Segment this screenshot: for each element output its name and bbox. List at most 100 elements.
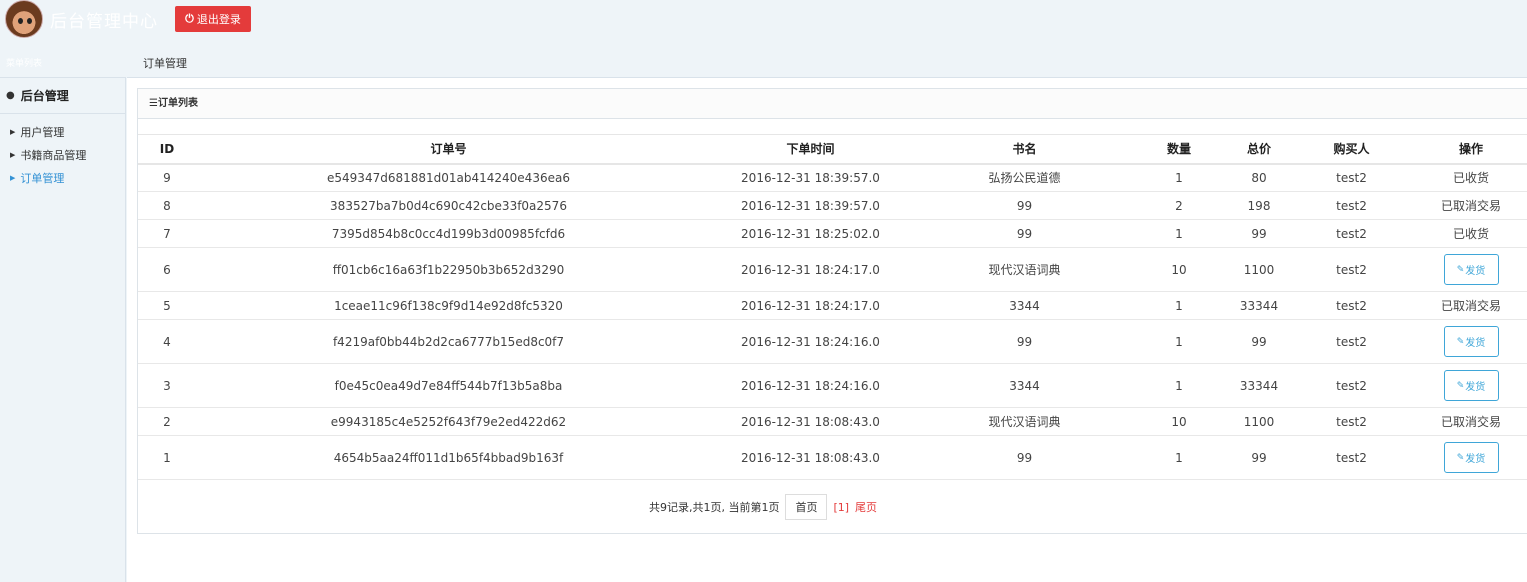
pagination: 共9记录,共1页, 当前第1页 首页 [1] 尾页	[138, 494, 1527, 520]
last-page-link[interactable]: 尾页	[855, 499, 877, 515]
logout-label: 退出登录	[196, 13, 241, 26]
cell-order-no: f4219af0bb44b2d2ca6777b15ed8c0f7	[196, 319, 701, 364]
sidebar-item-label: 书籍商品管理	[20, 149, 87, 162]
column-header: 书名	[920, 134, 1129, 165]
table-row: 2 e9943185c4e5252f643f79e2ed422d62 2016-12…	[138, 407, 1527, 436]
cell-action: 已收货	[1414, 163, 1527, 192]
table-body: 9 e549347d681881d01ab414240e436ea6 2016-12…	[138, 163, 1527, 480]
cell-order-no: 7395d854b8c0cc4d199b3d00985fcfd6	[196, 219, 701, 248]
cell-book: 弘扬公民道德	[920, 163, 1129, 192]
logout-button[interactable]: ⏻ 退出登录	[175, 6, 251, 32]
column-header: 下单时间	[701, 134, 920, 165]
cell-action: 已取消交易	[1414, 291, 1527, 320]
cell-action: ✎ 发货	[1414, 247, 1527, 292]
cell-order-no: 1ceae11c96f138c9f9d14e92d8fc5320	[196, 291, 701, 320]
top-header: 后台管理中心 ⏻ 退出登录	[0, 0, 1527, 44]
list-icon: ☰	[149, 98, 158, 109]
ship-button[interactable]: ✎ 发货	[1443, 442, 1499, 473]
cell-id: 3	[138, 363, 196, 408]
cell-qty: 10	[1129, 407, 1229, 436]
cell-action: ✎ 发货	[1414, 435, 1527, 480]
cell-id: 7	[138, 219, 196, 248]
cell-book: 现代汉语词典	[920, 247, 1129, 292]
ship-button-label: 发货	[1465, 454, 1486, 465]
cell-qty: 2	[1129, 191, 1229, 220]
cell-total: 33344	[1229, 291, 1289, 320]
column-header: 数量	[1129, 134, 1229, 165]
current-page: [1]	[833, 500, 850, 514]
table-row: 6 ff01cb6c16a63f1b22950b3b652d3290 2016-12…	[138, 247, 1527, 292]
panel-title: ☰订单列表	[138, 89, 1527, 119]
sidebar-group-label: 后台管理	[20, 88, 69, 103]
cell-total: 1100	[1229, 407, 1289, 436]
cell-id: 2	[138, 407, 196, 436]
cell-order-no: e549347d681881d01ab414240e436ea6	[196, 163, 701, 192]
ship-button[interactable]: ✎ 发货	[1443, 326, 1499, 357]
cell-time: 2016-12-31 18:24:16.0	[701, 363, 920, 408]
panel-title-text: 订单列表	[157, 98, 198, 109]
pager-summary: 共9记录,共1页, 当前第1页	[648, 501, 780, 514]
power-icon: ⏻	[185, 12, 194, 25]
cell-id: 1	[138, 435, 196, 480]
app-title: 后台管理中心	[50, 12, 158, 32]
caret-right-icon: ▶	[10, 151, 16, 159]
cell-time: 2016-12-31 18:08:43.0	[701, 407, 920, 436]
sidebar-group-admin[interactable]: ● 后台管理	[0, 78, 125, 114]
cell-order-no: 4654b5aa24ff011d1b65f4bbad9b163f	[196, 435, 701, 480]
ship-button-label: 发货	[1465, 266, 1486, 277]
cell-id: 8	[138, 191, 196, 220]
cell-total: 99	[1229, 319, 1289, 364]
column-header: 购买人	[1289, 134, 1414, 165]
cell-qty: 1	[1129, 363, 1229, 408]
table-row: 1 4654b5aa24ff011d1b65f4bbad9b163f 2016-12…	[138, 435, 1527, 480]
ship-button[interactable]: ✎ 发货	[1443, 370, 1499, 401]
cell-book: 99	[920, 191, 1129, 220]
edit-icon: ✎	[1456, 380, 1465, 391]
sidebar-item-label: 订单管理	[20, 172, 65, 185]
order-status: 已取消交易	[1440, 299, 1501, 313]
cell-order-no: 383527ba7b0d4c690c42cbe33f0a2576	[196, 191, 701, 220]
cell-buyer: test2	[1289, 291, 1414, 320]
cell-buyer: test2	[1289, 319, 1414, 364]
sidebar-heading: 菜单列表	[6, 59, 43, 69]
cell-time: 2016-12-31 18:39:57.0	[701, 191, 920, 220]
cell-id: 9	[138, 163, 196, 192]
cell-total: 198	[1229, 191, 1289, 220]
column-header: 订单号	[196, 134, 701, 165]
ship-button-label: 发货	[1465, 338, 1486, 349]
cell-time: 2016-12-31 18:25:02.0	[701, 219, 920, 248]
edit-icon: ✎	[1456, 452, 1465, 463]
cell-action: 已收货	[1414, 219, 1527, 248]
cell-qty: 1	[1129, 219, 1229, 248]
cell-id: 4	[138, 319, 196, 364]
cell-qty: 1	[1129, 319, 1229, 364]
table-row: 3 f0e45c0ea49d7e84ff544b7f13b5a8ba 2016-12…	[138, 363, 1527, 408]
ship-button[interactable]: ✎ 发货	[1443, 254, 1499, 285]
caret-right-icon: ▶	[10, 174, 16, 182]
column-header: 操作	[1414, 134, 1527, 165]
main-content: ☰订单列表 ID 订单号 下单时间 书名 数量 总价 购买人 操作 9 e549347d6818…	[127, 77, 1527, 582]
cell-total: 1100	[1229, 247, 1289, 292]
cell-order-no: f0e45c0ea49d7e84ff544b7f13b5a8ba	[196, 363, 701, 408]
cell-buyer: test2	[1289, 407, 1414, 436]
cell-buyer: test2	[1289, 191, 1414, 220]
cell-action: ✎ 发货	[1414, 363, 1527, 408]
sidebar-item-label: 用户管理	[20, 126, 65, 139]
sidebar-item-1[interactable]: ▶ 书籍商品管理	[0, 144, 125, 167]
cell-time: 2016-12-31 18:24:17.0	[701, 291, 920, 320]
first-page-button[interactable]: 首页	[785, 494, 828, 520]
cell-action: 已取消交易	[1414, 191, 1527, 220]
cell-book: 99	[920, 319, 1129, 364]
cell-buyer: test2	[1289, 163, 1414, 192]
cell-buyer: test2	[1289, 435, 1414, 480]
sidebar-item-0[interactable]: ▶ 用户管理	[0, 121, 125, 144]
cell-time: 2016-12-31 18:39:57.0	[701, 163, 920, 192]
sidebar-item-2[interactable]: ▶ 订单管理	[0, 167, 125, 190]
table-header-row: ID 订单号 下单时间 书名 数量 总价 购买人 操作	[138, 134, 1527, 165]
cell-buyer: test2	[1289, 247, 1414, 292]
order-status: 已收货	[1452, 227, 1489, 241]
cell-book: 现代汉语词典	[920, 407, 1129, 436]
cell-book: 3344	[920, 291, 1129, 320]
cell-order-no: e9943185c4e5252f643f79e2ed422d62	[196, 407, 701, 436]
order-status: 已收货	[1452, 171, 1489, 186]
